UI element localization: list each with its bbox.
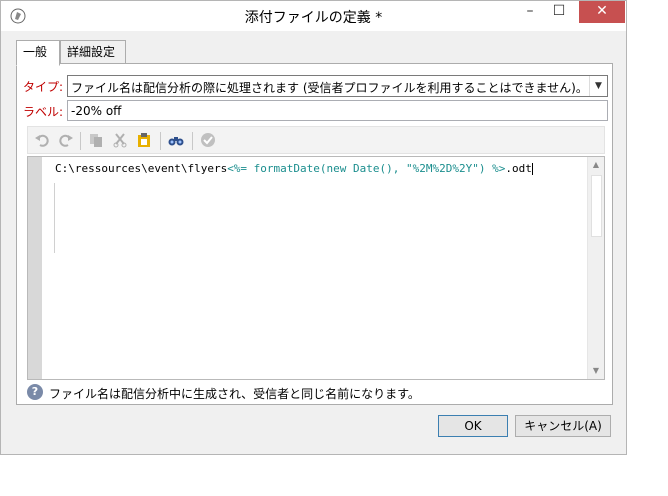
general-panel: タイプ: ファイル名は配信分析の際に処理されます (受信者プロファイルを利用する…: [16, 63, 613, 405]
code-extension: .odt: [505, 162, 532, 175]
minimize-button[interactable]: –: [517, 1, 543, 23]
label-label: ラベル:: [23, 105, 64, 119]
toolbar-separator: [80, 132, 81, 150]
text-caret: [531, 163, 533, 175]
editor-gutter: [28, 157, 42, 379]
code-line[interactable]: C:\ressources\event\flyers<%= formatDate…: [55, 162, 533, 175]
code-expression: <%= formatDate(new Date(), "%2M%2D%2Y") …: [227, 162, 506, 175]
binoculars-icon[interactable]: [168, 132, 184, 148]
dialog-window: 添付ファイルの定義 * – ☐ ✕ 一般 詳細設定 タイプ: ファイル名は配信分…: [0, 0, 627, 455]
title-bar: 添付ファイルの定義 * – ☐ ✕: [1, 1, 626, 31]
type-label: タイプ:: [23, 80, 64, 94]
hint-text: ファイル名は配信分析中に生成され、受信者と同じ名前になります。: [49, 387, 420, 401]
close-button[interactable]: ✕: [579, 1, 625, 23]
redo-icon[interactable]: [58, 132, 74, 148]
check-icon[interactable]: [200, 132, 216, 148]
scroll-down-icon[interactable]: ▼: [588, 363, 604, 379]
type-select-value: ファイル名は配信分析の際に処理されます (受信者プロファイルを利用することはでき…: [71, 81, 588, 95]
expression-editor[interactable]: C:\ressources\event\flyers<%= formatDate…: [27, 156, 605, 380]
fold-guide: [54, 183, 55, 253]
help-icon: ?: [27, 384, 43, 400]
undo-icon[interactable]: [34, 132, 50, 148]
type-select[interactable]: ファイル名は配信分析の際に処理されます (受信者プロファイルを利用することはでき…: [67, 75, 608, 97]
tab-advanced[interactable]: 詳細設定: [60, 40, 126, 64]
vertical-scrollbar[interactable]: ▲ ▼: [587, 157, 604, 379]
toolbar-separator: [160, 132, 161, 150]
scroll-thumb[interactable]: [591, 175, 602, 237]
chevron-down-icon[interactable]: ▼: [589, 76, 607, 96]
cancel-button[interactable]: キャンセル(A): [515, 415, 611, 437]
toolbar-separator: [192, 132, 193, 150]
paste-icon[interactable]: [136, 132, 152, 148]
cut-icon[interactable]: [112, 132, 128, 148]
code-path: C:\ressources\event\flyers: [55, 162, 228, 175]
scroll-up-icon[interactable]: ▲: [588, 157, 604, 173]
label-input[interactable]: -20% off: [67, 100, 608, 121]
copy-icon[interactable]: [88, 132, 104, 148]
ok-button[interactable]: OK: [438, 415, 508, 437]
label-input-value: -20% off: [71, 104, 122, 118]
editor-toolbar: [27, 126, 605, 154]
tab-general[interactable]: 一般: [16, 40, 60, 66]
maximize-button[interactable]: ☐: [546, 1, 572, 23]
